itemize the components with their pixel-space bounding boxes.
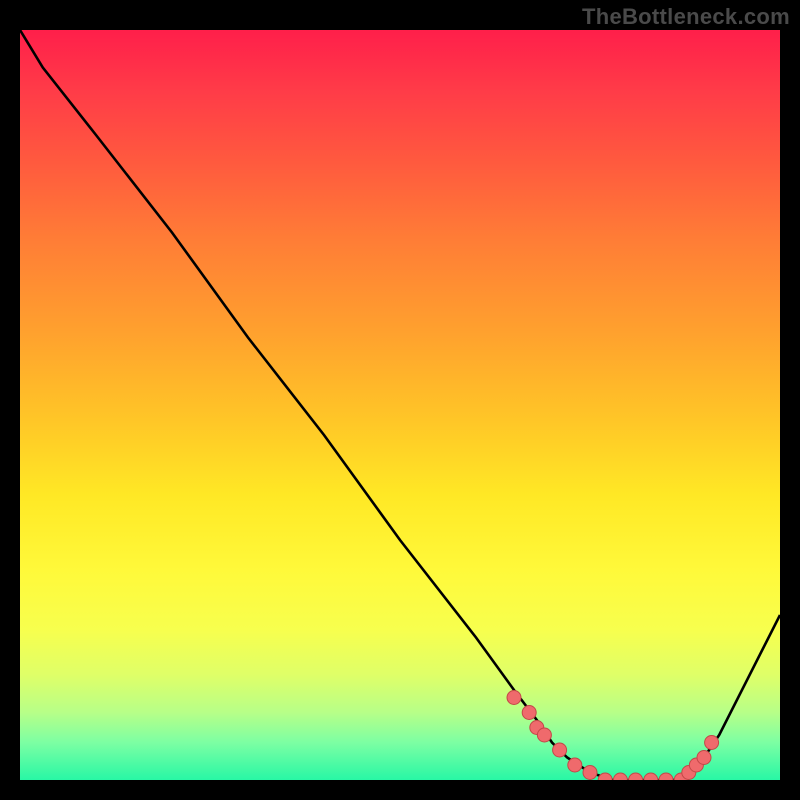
floor-dot xyxy=(629,773,643,780)
floor-dot xyxy=(583,766,597,780)
curve-overlay xyxy=(20,30,780,780)
floor-dot xyxy=(568,758,582,772)
floor-dot xyxy=(613,773,627,780)
watermark-text: TheBottleneck.com xyxy=(582,4,790,30)
floor-dot xyxy=(507,691,521,705)
floor-dot xyxy=(537,728,551,742)
floor-dot xyxy=(705,736,719,750)
chart-frame: TheBottleneck.com xyxy=(0,0,800,800)
floor-dot xyxy=(644,773,658,780)
bottleneck-curve xyxy=(20,30,780,780)
floor-dot xyxy=(553,743,567,757)
floor-dot xyxy=(659,773,673,780)
floor-dot xyxy=(697,751,711,765)
floor-dot xyxy=(522,706,536,720)
plot-area xyxy=(20,30,780,780)
floor-dots-group xyxy=(507,691,719,781)
floor-dot xyxy=(598,773,612,780)
